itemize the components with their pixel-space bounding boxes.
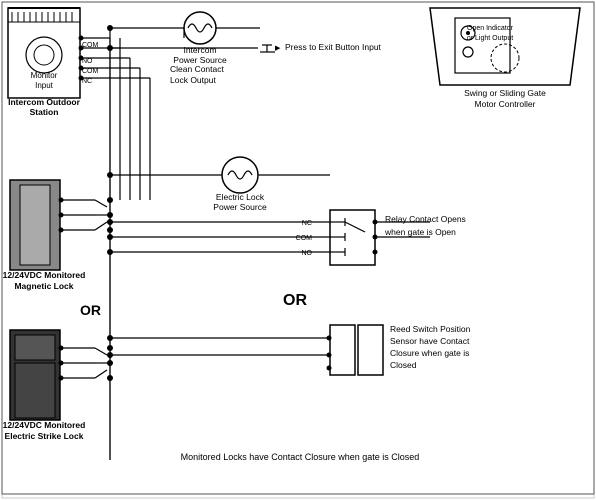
- svg-text:Monitored Locks have Contact C: Monitored Locks have Contact Closure whe…: [181, 452, 420, 462]
- svg-text:Input: Input: [35, 81, 54, 90]
- svg-text:OR: OR: [80, 302, 101, 318]
- svg-text:Electric Strike Lock: Electric Strike Lock: [5, 431, 84, 441]
- wiring-diagram: Monitor Input Intercom Outdoor Station I…: [0, 0, 596, 500]
- svg-text:▶: ▶: [275, 45, 281, 52]
- svg-text:NC: NC: [82, 78, 92, 85]
- svg-text:12/24VDC Monitored: 12/24VDC Monitored: [3, 270, 86, 280]
- svg-text:Clean Contact: Clean Contact: [170, 64, 225, 74]
- svg-text:NC: NC: [302, 220, 312, 227]
- svg-text:Electric Lock: Electric Lock: [216, 192, 265, 202]
- svg-text:Intercom Outdoor: Intercom Outdoor: [8, 97, 80, 107]
- svg-text:Station: Station: [30, 107, 59, 117]
- svg-text:Open Indicator: Open Indicator: [467, 25, 514, 32]
- svg-text:Swing or Sliding Gate: Swing or Sliding Gate: [464, 88, 546, 98]
- svg-text:Motor Controller: Motor Controller: [475, 99, 536, 109]
- svg-text:Lock Output: Lock Output: [170, 75, 216, 85]
- svg-text:Closure when gate is: Closure when gate is: [390, 348, 469, 358]
- svg-text:Intercom: Intercom: [183, 45, 216, 55]
- svg-text:Magnetic Lock: Magnetic Lock: [14, 281, 73, 291]
- svg-text:COM: COM: [82, 42, 99, 49]
- svg-text:COM: COM: [82, 68, 99, 75]
- svg-text:when gate is Open: when gate is Open: [384, 227, 456, 237]
- svg-text:12/24VDC Monitored: 12/24VDC Monitored: [3, 420, 86, 430]
- svg-text:Monitor: Monitor: [31, 71, 58, 80]
- svg-text:COM: COM: [296, 235, 313, 242]
- svg-text:NO: NO: [82, 58, 93, 65]
- svg-text:NO: NO: [302, 250, 313, 257]
- svg-text:Reed Switch Position: Reed Switch Position: [390, 324, 471, 334]
- svg-text:Relay Contact Opens: Relay Contact Opens: [385, 214, 466, 224]
- svg-text:Sensor have Contact: Sensor have Contact: [390, 336, 470, 346]
- svg-text:or Light Output: or Light Output: [467, 35, 513, 42]
- svg-text:OR: OR: [283, 292, 307, 309]
- svg-text:Closed: Closed: [390, 360, 417, 370]
- svg-text:Power Source: Power Source: [213, 202, 267, 212]
- svg-text:Press to Exit Button Input: Press to Exit Button Input: [285, 42, 382, 52]
